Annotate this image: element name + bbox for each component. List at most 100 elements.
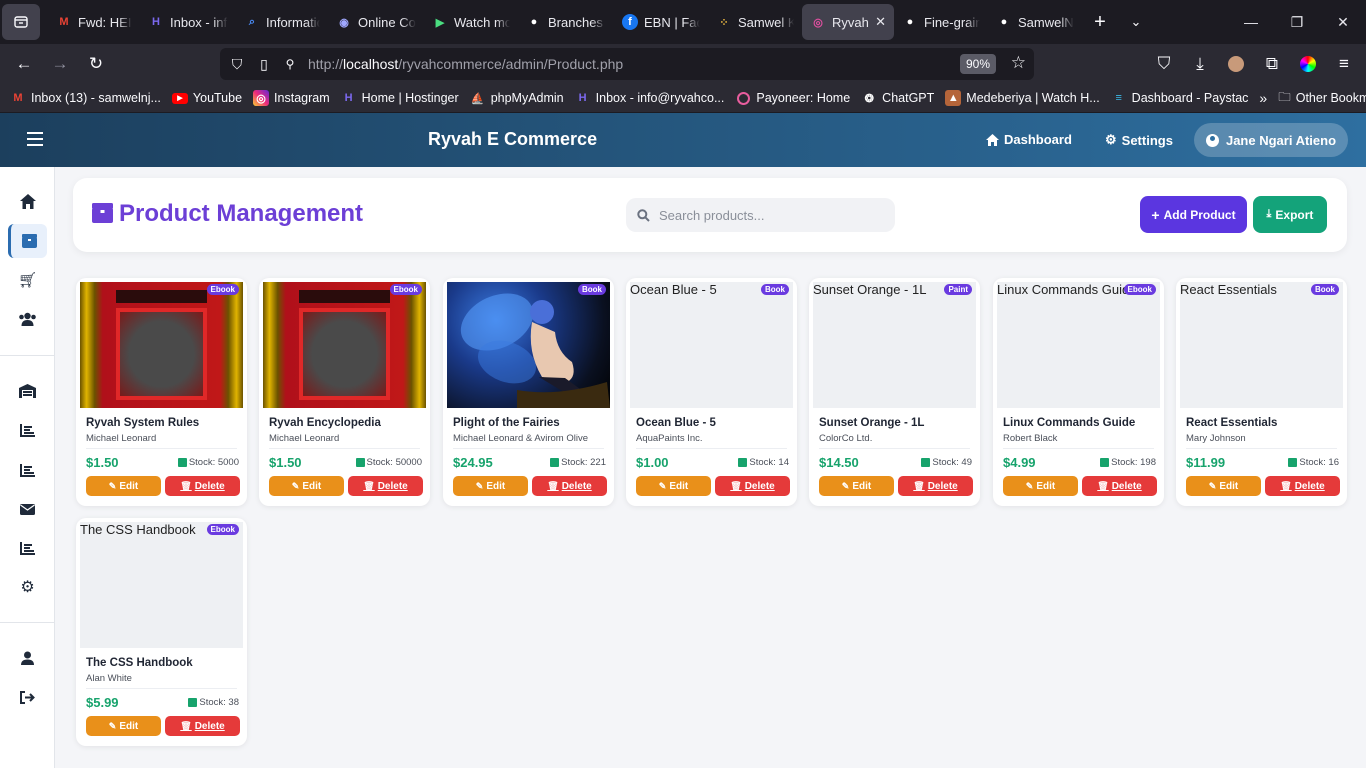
- bookmark-youtube[interactable]: ▶ YouTube: [171, 91, 242, 105]
- bookmark-gmail[interactable]: M Inbox (13) - samwelnj...: [10, 90, 161, 106]
- bookmark-chatgpt[interactable]: ❂ ChatGPT: [861, 90, 935, 106]
- address-bar[interactable]: ⛉ ▯ ⚲ http://localhost/ryvahcommerce/adm…: [220, 48, 1034, 80]
- reload-icon[interactable]: ↻: [78, 48, 114, 80]
- color-wheel-icon[interactable]: [1290, 48, 1326, 80]
- tab-samwelnj[interactable]: ● SamwelNj: [988, 4, 1082, 40]
- account-avatar-icon[interactable]: [1218, 48, 1254, 80]
- sidebar-item-analytics[interactable]: [8, 453, 47, 487]
- shield-icon[interactable]: ⛉: [228, 56, 246, 73]
- product-card: React Essentials Book React Essentials Ma…: [1176, 278, 1347, 506]
- url-path: /ryvahcommerce/admin/Product.php: [398, 56, 624, 72]
- tab-overview-icon[interactable]: [2, 4, 40, 40]
- edit-button[interactable]: ✎ Edit: [819, 476, 894, 496]
- tab-gmail[interactable]: M Fwd: HEIC: [48, 4, 140, 40]
- delete-button[interactable]: 🗑︎ Delete: [165, 476, 240, 496]
- edit-button[interactable]: ✎ Edit: [453, 476, 528, 496]
- sidebar-item-warehouse[interactable]: [8, 374, 47, 408]
- pocket-icon[interactable]: ⛉: [1146, 48, 1182, 80]
- tab-hostinger-inbox[interactable]: H Inbox - inf: [140, 4, 236, 40]
- download-icon[interactable]: ⤓: [1182, 48, 1218, 80]
- box-icon: [355, 458, 365, 467]
- close-tab-icon[interactable]: ✕: [875, 14, 886, 30]
- close-window-icon[interactable]: ✕: [1320, 0, 1366, 44]
- delete-button[interactable]: 🗑︎ Delete: [165, 716, 240, 736]
- back-arrow-icon[interactable]: ←: [6, 48, 42, 80]
- bookmark-payoneer[interactable]: Payoneer: Home: [735, 90, 850, 106]
- product-image-placeholder: Ocean Blue - 5: [630, 282, 793, 408]
- facebook-icon: f: [622, 14, 638, 30]
- payoneer-icon: [735, 90, 751, 106]
- sidebar-item-settings[interactable]: ⚙: [8, 570, 47, 604]
- edit-button[interactable]: ✎ Edit: [636, 476, 711, 496]
- tab-samwel[interactable]: ⁘ Samwel K: [708, 4, 802, 40]
- forward-arrow-icon[interactable]: →: [42, 48, 78, 80]
- tab-list-chevron-icon[interactable]: ⌄: [1118, 6, 1154, 38]
- search-input[interactable]: Search products...: [626, 198, 895, 232]
- delete-button[interactable]: 🗑︎ Delete: [1265, 476, 1340, 496]
- tab-ryvah-active[interactable]: ◎ Ryvah ✕: [802, 4, 894, 40]
- hostinger-icon: H: [152, 16, 160, 28]
- sidebar-item-products[interactable]: [8, 224, 47, 258]
- delete-button[interactable]: 🗑︎ Delete: [1082, 476, 1157, 496]
- other-bookmarks-label: Other Bookmarks: [1295, 91, 1366, 105]
- minimize-icon[interactable]: —: [1228, 0, 1274, 44]
- card-divider: [86, 688, 237, 689]
- edit-button[interactable]: ✎ Edit: [269, 476, 344, 496]
- settings-link[interactable]: ⚙ Settings: [1105, 132, 1173, 148]
- permissions-icon[interactable]: ⚲: [282, 57, 298, 71]
- sidebar-item-statistics[interactable]: [8, 531, 47, 565]
- sidebar-item-profile[interactable]: [8, 641, 47, 675]
- tab-fine-grain[interactable]: ● Fine-grain: [894, 4, 988, 40]
- sidebar-item-orders[interactable]: 🛒︎: [8, 263, 47, 297]
- tab-information[interactable]: ⌕ Informatic: [236, 4, 328, 40]
- sidebar-item-reports[interactable]: [8, 413, 47, 447]
- restore-icon[interactable]: ❐: [1274, 0, 1320, 44]
- tab-watch[interactable]: ▶ Watch mo: [424, 4, 518, 40]
- product-image-placeholder: Sunset Orange - 1L: [813, 282, 976, 408]
- zoom-level[interactable]: 90%: [959, 54, 996, 74]
- trash-icon: 🗑︎: [547, 480, 559, 491]
- edit-button[interactable]: ✎ Edit: [86, 476, 161, 496]
- product-card: Book Plight of the Fairies Michael Leona…: [443, 278, 614, 506]
- settings-label: Settings: [1121, 132, 1173, 148]
- category-badge: Ebook: [206, 524, 239, 535]
- dashboard-link[interactable]: Dashboard: [986, 132, 1072, 147]
- hamburger-menu-icon[interactable]: [27, 132, 43, 146]
- user-menu[interactable]: Jane Ngari Atieno: [1194, 123, 1348, 157]
- tab-branches[interactable]: ● Branches: [518, 4, 614, 40]
- export-button[interactable]: ⤓ Export: [1253, 196, 1327, 233]
- category-badge: Ebook: [1123, 284, 1156, 295]
- tab-label: SamwelNj: [1018, 14, 1074, 30]
- tab-online[interactable]: ◉ Online Co: [328, 4, 424, 40]
- delete-button[interactable]: 🗑︎ Delete: [532, 476, 607, 496]
- sidebar-item-logout[interactable]: [8, 680, 47, 714]
- bookmark-hostinger[interactable]: H Home | Hostinger: [341, 90, 459, 106]
- sidebar-item-customers[interactable]: [8, 302, 47, 336]
- bookmark-paystack[interactable]: ≡ Dashboard - Paystac: [1111, 90, 1248, 106]
- sidebar-divider: [0, 622, 55, 623]
- tab-facebook[interactable]: f EBN | Face: [614, 4, 708, 40]
- delete-button[interactable]: 🗑︎ Delete: [898, 476, 973, 496]
- delete-button[interactable]: 🗑︎ Delete: [348, 476, 423, 496]
- bookmark-instagram[interactable]: ◎ Instagram: [253, 90, 330, 106]
- edit-button[interactable]: ✎ Edit: [86, 716, 161, 736]
- edit-icon: ✎: [108, 720, 117, 731]
- delete-button[interactable]: 🗑︎ Delete: [715, 476, 790, 496]
- new-tab-icon[interactable]: +: [1082, 6, 1118, 38]
- bookmark-inbox-info[interactable]: H Inbox - info@ryvahco...: [575, 90, 725, 106]
- sidebar-item-home[interactable]: [8, 184, 47, 218]
- other-bookmarks[interactable]: 🗀 Other Bookmarks: [1278, 88, 1366, 109]
- edit-button[interactable]: ✎ Edit: [1003, 476, 1078, 496]
- edit-button[interactable]: ✎ Edit: [1186, 476, 1261, 496]
- bookmark-medeberiya[interactable]: ▲ Medeberiya | Watch H...: [945, 90, 1100, 106]
- menu-icon[interactable]: ≡: [1326, 48, 1362, 80]
- extensions-icon[interactable]: ⧉: [1254, 48, 1290, 80]
- bookmark-star-icon[interactable]: ☆: [1011, 53, 1026, 73]
- more-bookmarks-icon[interactable]: »: [1259, 90, 1267, 106]
- page-info-icon[interactable]: ▯: [256, 56, 272, 73]
- sidebar-item-messages[interactable]: [8, 492, 47, 526]
- search-placeholder: Search products...: [659, 207, 765, 223]
- delete-label: Delete: [1294, 480, 1325, 492]
- add-product-button[interactable]: + Add Product: [1140, 196, 1247, 233]
- bookmark-phpmyadmin[interactable]: ⛵ phpMyAdmin: [470, 90, 564, 106]
